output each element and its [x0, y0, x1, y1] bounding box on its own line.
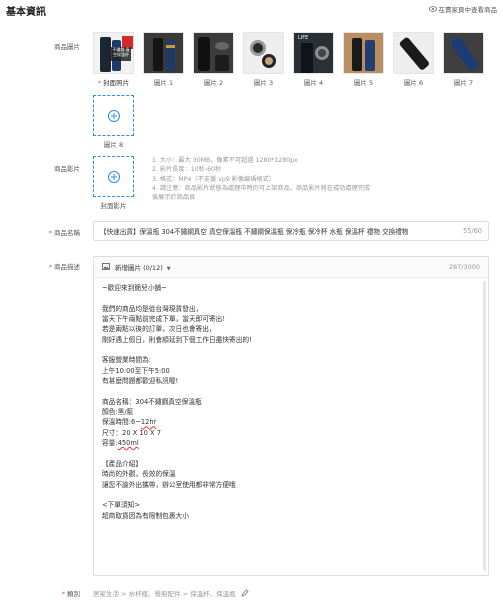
category-value: 居家生活 > 水杯瓶、餐廚配件 > 保溫杯、保溫瓶 [93, 590, 236, 598]
category-path[interactable]: 居家生活 > 水杯瓶、餐廚配件 > 保溫杯、保溫瓶 [93, 588, 249, 598]
add-image-caption: 圖片 8 [103, 141, 124, 149]
description-line: 我們的商品均是從台灣現貨發出， [102, 304, 203, 313]
description-line: 讓您不論外出攜帶，辦公室使用都非常方便哦 [102, 480, 236, 489]
product-image-cover[interactable]: 不鏽鋼 真空保溫杯 [93, 32, 134, 74]
category-label: * 類別 [61, 590, 80, 598]
image-icon [102, 262, 110, 272]
thumb-caption-3: 圖片 3 [253, 79, 274, 87]
product-image-6[interactable] [393, 32, 434, 74]
video-note: 3. 格式：MP4（不支援 vp9 影像編碼格式） [152, 175, 275, 183]
page-title: 基本資訊 [6, 7, 46, 18]
name-char-count: 55/60 [462, 227, 482, 235]
product-image-5[interactable] [343, 32, 384, 74]
chevron-down-icon: ▼ [166, 266, 171, 272]
eye-icon [428, 6, 437, 12]
description-line: ~歡迎來到簡兒小舖~ [102, 284, 167, 292]
description-line: 若是兩點以後的訂單，次日也會寄出， [102, 325, 216, 334]
video-note: 4. 請注意：商品影片狀態為處理中時仍可上架商品，商品影片將在成功處理完成 [152, 184, 371, 192]
description-line: 當天下午兩點前完成下單，當天即可寄出! [102, 315, 226, 324]
product-name-input[interactable]: 【快速出貨】保溫瓶 304不鏽鋼真空 真空保溫瓶 不鏽鋼保溫瓶 保冷瓶 保冷杯 … [93, 221, 489, 241]
video-requirements: 1. 大小：最大 30MB，像素不可超過 1280*1280px 2. 影片長度… [152, 156, 370, 202]
description-line [102, 449, 474, 459]
video-note: 2. 影片長度：10秒-60秒 [152, 166, 222, 174]
description-line: 商品名稱：304不鏽鋼真空保溫瓶 [102, 397, 202, 406]
preview-label: 在賣家頁中查看商品 [438, 6, 498, 14]
description-line: 客服營業時間為: [102, 356, 152, 365]
thumb-caption-5: 圖片 5 [353, 79, 374, 87]
description-line [102, 293, 474, 303]
description-line [102, 386, 474, 396]
life-overlay-text: LIFE [298, 35, 309, 41]
thumb-caption-2: 圖片 2 [203, 79, 224, 87]
description-line: 有甚麼問題都歡迎私訊喔! [102, 377, 179, 386]
description-line: 上午10:00至下午5:00 [102, 366, 170, 375]
thumb-caption-6: 圖片 6 [403, 79, 424, 87]
cover-overlay-text: 不鏽鋼 真空保溫杯 [112, 47, 130, 57]
description-line: 剛好遇上假日，則會順延到下個工作日盡快寄出的! [102, 335, 252, 344]
add-image-label: 新增圖片 (0/12) [115, 264, 163, 272]
add-image-dropdown[interactable]: 新增圖片 (0/12) ▼ [115, 262, 171, 272]
product-image-7[interactable] [443, 32, 484, 74]
video-note: 1. 大小：最大 30MB，像素不可超過 1280*1280px [152, 157, 298, 164]
thumb-caption-1: 圖片 1 [153, 79, 174, 87]
description-line: 【產品介紹】 [102, 459, 143, 468]
description-line: 顏色:黑/藍 [102, 408, 134, 417]
pencil-icon[interactable] [241, 589, 249, 597]
thumb-caption-4: 圖片 4 [303, 79, 324, 87]
add-video-button[interactable] [93, 156, 134, 197]
thumb-caption-7: 圖片 7 [453, 79, 474, 87]
description-line [102, 345, 474, 355]
preview-link[interactable]: 在賣家頁中查看商品 [428, 4, 498, 14]
product-name-value: 【快速出貨】保溫瓶 304不鏽鋼真空 真空保溫瓶 不鏽鋼保溫瓶 保冷瓶 保冷杯 … [100, 228, 409, 236]
description-line: 超商取貨因為有限制包裹大小 [102, 511, 189, 520]
description-line [102, 490, 474, 500]
plus-icon [107, 170, 120, 183]
description-char-count: 287/3000 [448, 263, 480, 271]
video-note: 後展示於商品頁 [152, 194, 196, 202]
video-label: 商品影片 [54, 165, 80, 173]
description-line: 容量:450ml [102, 439, 139, 448]
name-label: * 商品名稱 [48, 229, 80, 237]
description-text[interactable]: ~歡迎來到簡兒小舖~ 我們的商品均是從台灣現貨發出， 當天下午兩點前完成下單，當天即… [102, 283, 474, 571]
product-image-4[interactable]: LIFE [293, 32, 334, 74]
images-label: 商品圖片 [54, 43, 80, 51]
thumb-caption-cover: * 封面照片 [97, 79, 130, 87]
product-image-3[interactable] [243, 32, 284, 74]
description-editor[interactable]: 新增圖片 (0/12) ▼ 287/3000 ~歡迎來到簡兒小舖~ 我們的商品均是從… [93, 256, 489, 576]
description-toolbar: 新增圖片 (0/12) ▼ 287/3000 [94, 257, 488, 278]
description-line: 時尚的外觀，長效的保溫 [102, 470, 176, 479]
plus-icon [107, 109, 120, 122]
product-image-2[interactable] [193, 32, 234, 74]
description-line: 尺寸：20 X 10 X 7 [102, 428, 162, 437]
add-image-button[interactable] [93, 95, 134, 136]
description-line: 保溫時間:6~12hr [102, 418, 157, 427]
description-line: <下單須知> [102, 501, 140, 510]
description-label: * 商品描述 [48, 263, 80, 271]
add-video-caption: 封面影片 [100, 202, 127, 210]
product-image-1[interactable] [143, 32, 184, 74]
scrollbar[interactable] [483, 281, 486, 571]
